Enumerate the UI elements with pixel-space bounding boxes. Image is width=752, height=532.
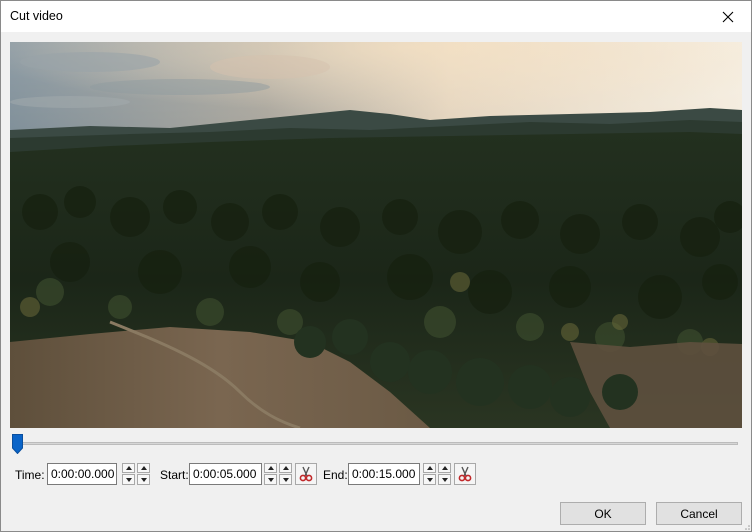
- arrow-up-icon: [267, 466, 274, 470]
- arrow-down-icon: [282, 477, 289, 482]
- ok-button[interactable]: OK: [560, 502, 646, 525]
- arrow-down-icon: [125, 477, 132, 482]
- end-up-button[interactable]: [423, 463, 436, 473]
- controls-row: Time: 0:00:00.000 Start: 0:00:05.000 End…: [0, 463, 752, 485]
- timeline-thumb[interactable]: [12, 434, 23, 454]
- start-up-button[interactable]: [264, 463, 277, 473]
- title-bar: Cut video: [1, 1, 751, 32]
- cancel-button[interactable]: Cancel: [656, 502, 742, 525]
- end-up-button-2[interactable]: [438, 463, 451, 473]
- time-field[interactable]: 0:00:00.000: [47, 463, 117, 485]
- start-spinner-2[interactable]: [279, 463, 292, 485]
- start-up-button-2[interactable]: [279, 463, 292, 473]
- set-start-cut-button[interactable]: [295, 463, 317, 485]
- end-field[interactable]: 0:00:15.000: [348, 463, 420, 485]
- start-down-button-2[interactable]: [279, 474, 292, 485]
- arrow-down-icon: [441, 477, 448, 482]
- time-down-button[interactable]: [122, 474, 135, 485]
- arrow-up-icon: [426, 466, 433, 470]
- start-down-button[interactable]: [264, 474, 277, 485]
- end-spinner[interactable]: [423, 463, 436, 485]
- time-down-button-2[interactable]: [137, 474, 150, 485]
- scissors-icon: [458, 466, 472, 482]
- arrow-up-icon: [140, 466, 147, 470]
- start-field[interactable]: 0:00:05.000: [189, 463, 262, 485]
- close-icon: [722, 11, 734, 22]
- arrow-up-icon: [125, 466, 132, 470]
- time-spinner-2[interactable]: [137, 463, 150, 485]
- arrow-down-icon: [426, 477, 433, 482]
- set-end-cut-button[interactable]: [454, 463, 476, 485]
- time-up-button[interactable]: [122, 463, 135, 473]
- end-down-button[interactable]: [423, 474, 436, 485]
- end-label: End:: [323, 468, 348, 482]
- resize-grip-icon[interactable]: [742, 522, 750, 530]
- end-spinner-2[interactable]: [438, 463, 451, 485]
- arrow-down-icon: [267, 477, 274, 482]
- timeline-track[interactable]: [16, 442, 738, 445]
- scissors-icon: [299, 466, 313, 482]
- time-spinner[interactable]: [122, 463, 135, 485]
- time-label: Time:: [15, 468, 45, 482]
- arrow-up-icon: [282, 466, 289, 470]
- arrow-down-icon: [140, 477, 147, 482]
- arrow-up-icon: [441, 466, 448, 470]
- start-label: Start:: [160, 468, 189, 482]
- dialog-title: Cut video: [10, 9, 63, 23]
- start-spinner[interactable]: [264, 463, 277, 485]
- end-down-button-2[interactable]: [438, 474, 451, 485]
- video-preview: [10, 42, 742, 428]
- close-button[interactable]: [705, 1, 751, 32]
- time-up-button-2[interactable]: [137, 463, 150, 473]
